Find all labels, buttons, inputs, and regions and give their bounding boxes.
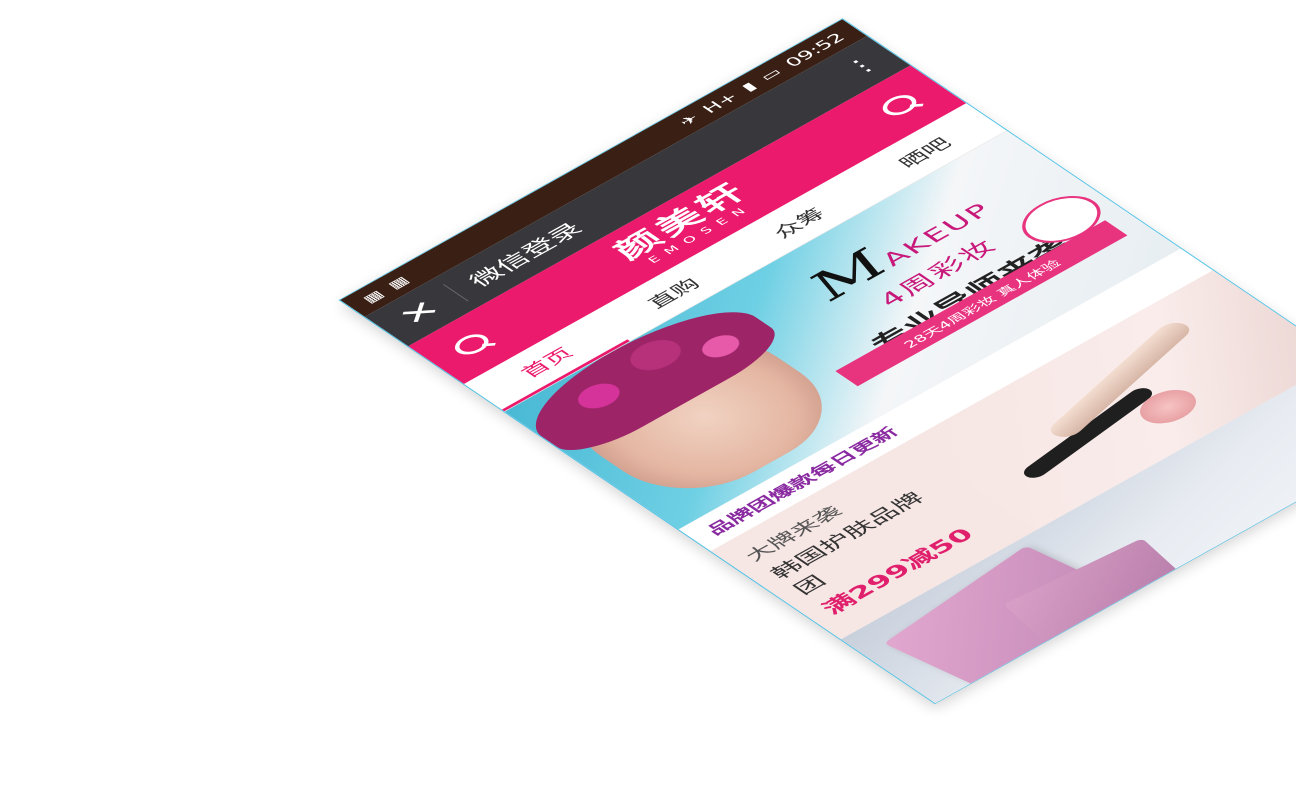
search-icon[interactable] xyxy=(442,326,504,364)
grid-icon: ▦ xyxy=(358,287,388,306)
grid-icon: ▦ xyxy=(384,273,413,292)
search-icon[interactable] xyxy=(870,86,932,124)
price-value: ¥99.9 xyxy=(1278,453,1296,533)
product-price: ¥99.9元 xyxy=(1278,444,1296,532)
phone-screen: ▦ ▦ ✈ H+ ▮ ▭ 09:52 ✕ 微信登录 ⋮ 颜美轩 EMOSEN 首… xyxy=(337,18,1296,704)
stage: ▦ ▦ ✈ H+ ▮ ▭ 09:52 ✕ 微信登录 ⋮ 颜美轩 EMOSEN 首… xyxy=(0,0,1296,811)
more-options-icon[interactable]: ⋮ xyxy=(837,52,885,81)
mute-icon: ✈ xyxy=(675,111,703,129)
divider xyxy=(442,284,469,302)
signal-icon: ▮ xyxy=(737,79,761,94)
battery-icon: ▭ xyxy=(756,65,786,84)
